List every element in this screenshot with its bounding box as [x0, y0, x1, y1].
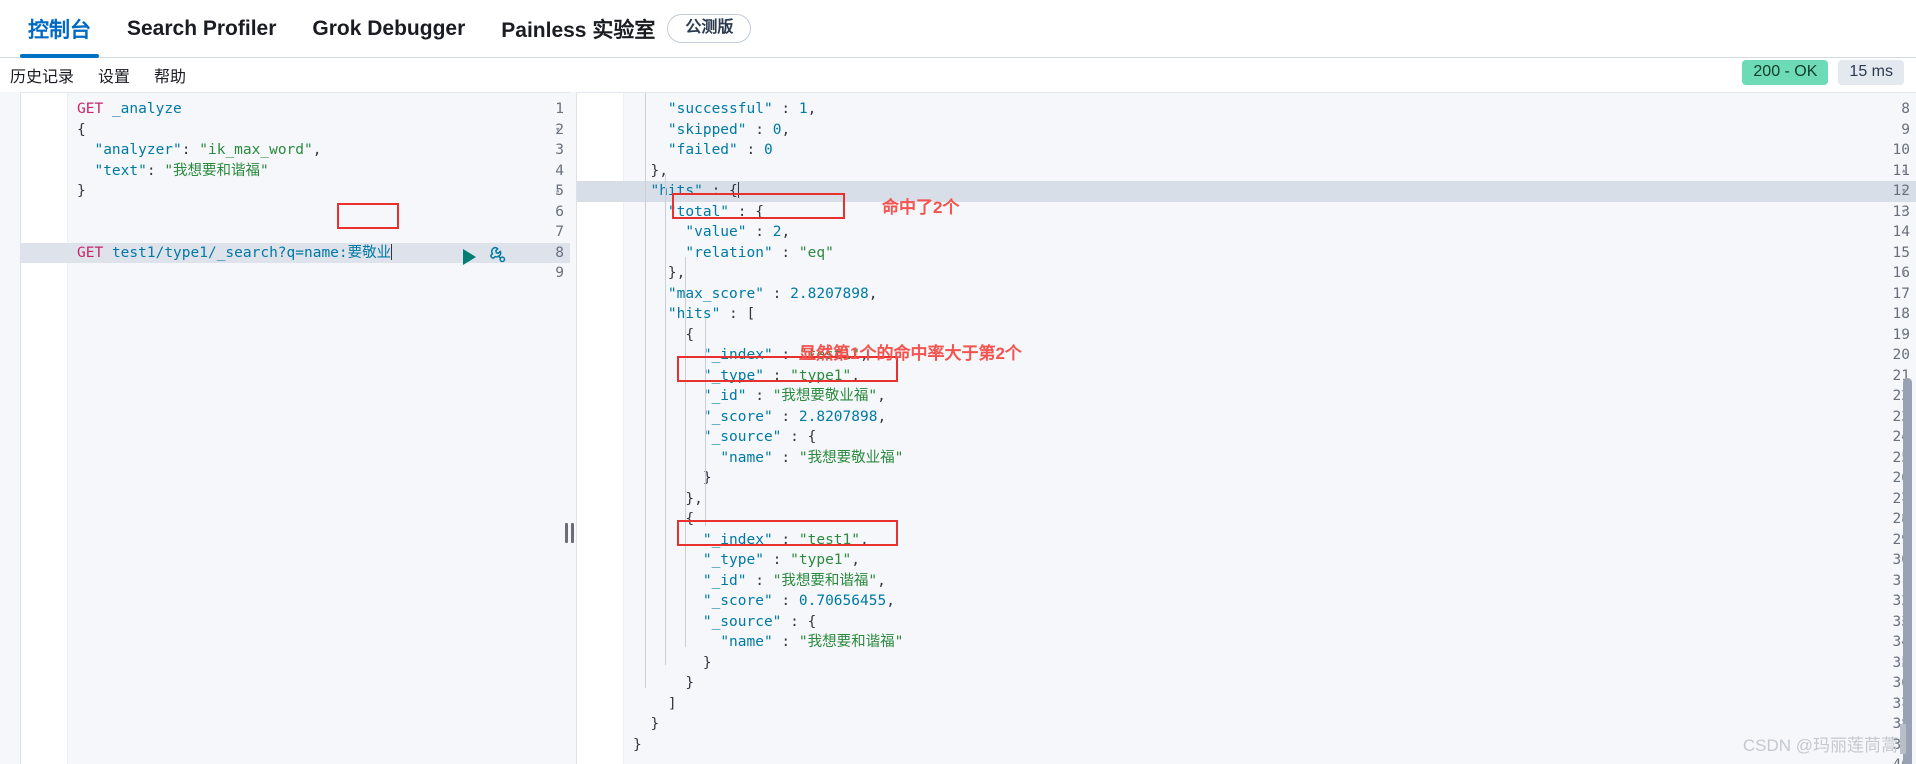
response-editor-code: "successful" : 1, "skipped" : 0, "failed…: [625, 93, 1916, 764]
code-line: "total" : {: [667, 203, 764, 220]
code-line: "hits" : {: [650, 182, 739, 199]
toolbar-item-history[interactable]: 历史记录: [10, 63, 74, 87]
tab-painless-lab[interactable]: Painless 实验室 公测版: [483, 0, 769, 58]
response-time-badge: 15 ms: [1838, 60, 1904, 85]
indent-guide: [705, 421, 706, 526]
watermark-bar: [1900, 724, 1906, 754]
code-line: "value" : 2,: [685, 224, 791, 240]
code-line: },: [633, 490, 703, 507]
code-line: },: [633, 265, 686, 281]
splitter-grip-bar: [570, 523, 574, 543]
text-caret: [391, 243, 393, 260]
tab-painless-lab-label: Painless 实验室: [501, 18, 656, 42]
code-line: {: [77, 121, 86, 138]
code-line: }: [633, 736, 642, 753]
code-line: }: [77, 183, 86, 199]
tab-search-profiler[interactable]: Search Profiler: [109, 0, 294, 58]
top-navigation-bar: 控制台 Search Profiler Grok Debugger Painle…: [0, 0, 1916, 58]
code-line: },: [633, 162, 668, 179]
request-editor-code[interactable]: GET _analyze { "analyzer": "ik_max_word",…: [69, 93, 570, 764]
text-caret: [737, 182, 739, 198]
code-line: "skipped" : 0,: [667, 121, 791, 138]
tab-grok-debugger-label: Grok Debugger: [312, 16, 466, 40]
code-line: }: [633, 470, 712, 486]
indent-guide: [705, 318, 706, 423]
indent-guide: [685, 257, 686, 647]
code-line: "_type" : "type1",: [702, 367, 860, 384]
code-line: "_id" : "我想要敬业福",: [702, 388, 886, 404]
code-line: "name" : "我想要和谐福": [720, 634, 904, 650]
code-line: }: [633, 654, 712, 671]
code-line: }: [633, 716, 660, 732]
toolbar-item-settings[interactable]: 设置: [98, 63, 130, 87]
status-badge: 200 - OK: [1742, 60, 1829, 85]
kibana-dev-tools-console: 控制台 Search Profiler Grok Debugger Painle…: [0, 0, 1916, 764]
code-line: "_score" : 0.70656455,: [702, 593, 895, 609]
code-line: "name" : "我想要敬业福": [720, 449, 904, 466]
wrench-icon[interactable]: [488, 245, 508, 270]
code-line: "analyzer": "ik_max_word",: [94, 142, 322, 158]
toolbar-item-help[interactable]: 帮助: [154, 63, 186, 87]
beta-badge[interactable]: 公测版: [667, 14, 752, 43]
tab-console[interactable]: 控制台: [10, 0, 109, 58]
annotation-hit-count: 命中了2个: [882, 198, 960, 217]
response-vertical-scrollbar[interactable]: [1903, 378, 1912, 764]
request-line-actions: [463, 245, 508, 270]
code-line: "_source" : {: [702, 613, 817, 630]
pane-splitter-handle[interactable]: [563, 522, 575, 544]
request-editor-gutter: [21, 93, 68, 764]
tab-console-label: 控制台: [28, 18, 91, 42]
editor-panes: 1 2 ▾ 3 4 5 ▴ 6 7 8 9 GET _analyze{ "analyzer": "i…: [0, 92, 1916, 764]
code-line: {: [633, 511, 695, 527]
code-line: "_index" : "test1",: [702, 531, 869, 548]
code-line: "max_score" : 2.8207898,: [667, 285, 878, 302]
code-line: "_type" : "type1",: [702, 552, 860, 568]
code-line: "hits" : [: [667, 306, 756, 322]
code-line: GET _analyze: [77, 101, 182, 117]
code-line: "relation" : "eq": [685, 244, 834, 261]
indent-guide: [645, 93, 646, 688]
tab-search-profiler-label: Search Profiler: [127, 16, 277, 40]
code-line: ]: [633, 695, 677, 712]
code-line: "successful" : 1,: [667, 101, 817, 117]
response-status-group: 200 - OK 15 ms: [1742, 60, 1904, 85]
code-line: "failed" : 0: [667, 142, 773, 158]
indent-guide: [665, 175, 666, 665]
splitter-grip-bar: [564, 523, 568, 543]
watermark: CSDN @玛丽莲茼蒿: [1742, 736, 1898, 755]
console-toolbar: 历史记录 设置 帮助: [0, 58, 1916, 91]
code-line: "_source" : {: [702, 429, 817, 445]
play-icon[interactable]: [463, 249, 476, 265]
request-editor[interactable]: 1 2 ▾ 3 4 5 ▴ 6 7 8 9 GET _analyze{ "analyzer": "i…: [20, 92, 570, 764]
code-line: "_id" : "我想要和谐福",: [702, 572, 886, 589]
annotation-score-comparison: 显然第1个的命中率大于第2个: [799, 344, 1022, 363]
code-line: "_score" : 2.8207898,: [702, 408, 887, 425]
code-line: }: [633, 675, 695, 691]
tab-grok-debugger[interactable]: Grok Debugger: [294, 0, 483, 58]
code-line: "text": "我想要和谐福": [94, 162, 269, 179]
response-editor[interactable]: 891011▴12▾13▾141516▴1718▾19▾2021222324▾2…: [576, 92, 1916, 764]
